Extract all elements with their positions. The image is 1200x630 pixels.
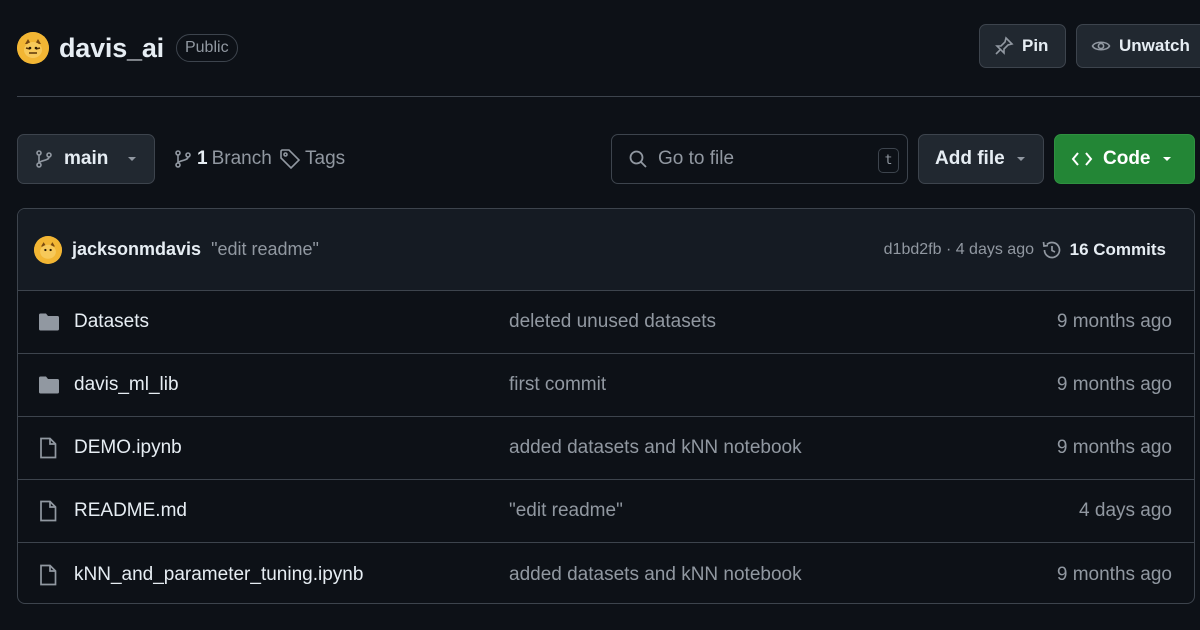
commit-author[interactable]: jacksonmdavis (72, 239, 201, 260)
code-icon (1071, 150, 1093, 168)
repo-name[interactable]: davis_ai (59, 33, 164, 64)
tags-label: Tags (305, 148, 346, 169)
git-branch-icon (34, 149, 54, 169)
file-commit-date: 9 months ago (1056, 311, 1172, 332)
file-commit-date: 9 months ago (1056, 563, 1172, 585)
commits-link[interactable]: 16 Commits (1041, 239, 1166, 261)
commit-message[interactable]: "edit readme" (211, 239, 319, 260)
history-icon (1041, 239, 1063, 261)
branch-count: 1 (197, 148, 208, 169)
commit-hash-date[interactable]: d1bd2fb · 4 days ago (884, 241, 1034, 259)
file-commit-message[interactable]: first commit (509, 374, 606, 396)
file-list: jacksonmdavis "edit readme" d1bd2fb · 4 … (17, 208, 1195, 604)
unwatch-label: Unwatch (1119, 36, 1190, 55)
git-branch-icon (173, 149, 193, 169)
author-avatar-icon[interactable] (34, 235, 62, 264)
file-name[interactable]: README.md (74, 500, 187, 522)
visibility-badge: Public (175, 34, 238, 62)
file-row[interactable]: DEMO.ipynb added datasets and kNN noteboo… (18, 417, 1194, 480)
latest-commit-bar: jacksonmdavis "edit readme" d1bd2fb · 4 … (18, 209, 1194, 291)
branches-link[interactable]: 1 Branch (173, 134, 272, 184)
file-commit-message[interactable]: added datasets and kNN notebook (509, 564, 802, 586)
header-actions: Pin Unwatch 1 (979, 24, 1200, 68)
commits-count-label: 16 Commits (1069, 239, 1166, 259)
add-file-button[interactable]: Add file (918, 134, 1044, 184)
file-icon (38, 437, 62, 459)
file-name[interactable]: DEMO.ipynb (74, 437, 182, 459)
folder-icon (38, 375, 62, 395)
file-name[interactable]: davis_ml_lib (74, 374, 179, 396)
branch-name: main (64, 148, 109, 169)
shortcut-key: t (878, 148, 899, 173)
chevron-down-icon (126, 153, 138, 165)
unwatch-button[interactable]: Unwatch 1 (1076, 24, 1200, 68)
tag-icon (279, 148, 301, 170)
chevron-down-icon (1161, 153, 1173, 165)
file-row[interactable]: Datasets deleted unused datasets 9 months … (18, 291, 1194, 354)
file-icon (38, 500, 62, 522)
file-name[interactable]: kNN_and_parameter_tuning.ipynb (74, 564, 363, 586)
add-file-label: Add file (935, 148, 1005, 169)
tiger-avatar-icon[interactable] (17, 32, 49, 64)
file-name[interactable]: Datasets (74, 311, 149, 333)
pin-label: Pin (1022, 36, 1049, 55)
file-row[interactable]: kNN_and_parameter_tuning.ipynb added data… (18, 543, 1194, 603)
code-button[interactable]: Code (1054, 134, 1195, 184)
pin-button[interactable]: Pin (979, 24, 1066, 68)
branch-selector[interactable]: main (17, 134, 155, 184)
pin-icon (994, 36, 1014, 56)
header-divider (17, 96, 1200, 97)
branch-label: Branch (211, 148, 272, 169)
search-icon (628, 149, 648, 169)
file-row[interactable]: README.md "edit readme" 4 days ago (18, 480, 1194, 543)
go-to-file-search[interactable]: t (611, 134, 908, 184)
repo-header: davis_ai Public Pin Unwatch 1 (17, 22, 1200, 74)
file-commit-date: 4 days ago (1079, 500, 1172, 521)
file-icon (38, 564, 62, 586)
file-row[interactable]: davis_ml_lib first commit 9 months ago (18, 354, 1194, 417)
file-toolbar: main 1 Branch Tags t (17, 134, 1195, 184)
eye-icon (1091, 36, 1111, 56)
tags-link[interactable]: Tags (279, 134, 345, 184)
file-commit-date: 9 months ago (1056, 437, 1172, 458)
file-rows: Datasets deleted unused datasets 9 months … (18, 291, 1194, 603)
file-commit-message[interactable]: added datasets and kNN notebook (509, 437, 802, 459)
folder-icon (38, 312, 62, 332)
chevron-down-icon (1015, 153, 1027, 165)
file-commit-message[interactable]: "edit readme" (509, 500, 623, 522)
code-label: Code (1103, 148, 1151, 169)
file-commit-message[interactable]: deleted unused datasets (509, 311, 716, 333)
file-commit-date: 9 months ago (1056, 374, 1172, 395)
go-to-file-input[interactable] (658, 148, 858, 170)
